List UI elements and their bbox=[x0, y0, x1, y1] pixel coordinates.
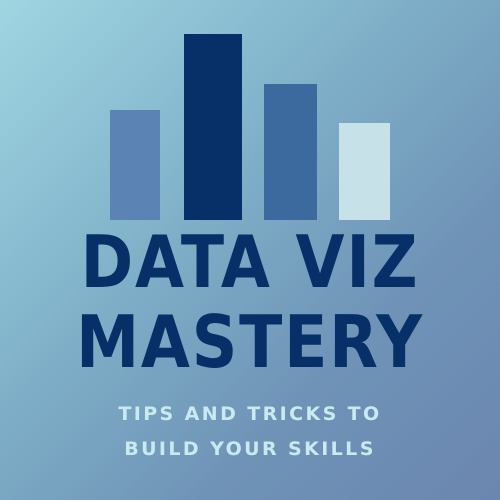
bar-1 bbox=[110, 110, 160, 220]
bar-3 bbox=[264, 84, 317, 220]
subtitle-line-2: BUILD YOUR SKILLS bbox=[124, 438, 376, 460]
bar-2 bbox=[184, 34, 242, 220]
bar-chart-icon bbox=[110, 34, 390, 220]
title-line-1: DATA VIZ bbox=[80, 220, 420, 304]
logo-graphic: DATA VIZ MASTERY TIPS AND TRICKS TO BUIL… bbox=[0, 0, 500, 500]
title-line-2: MASTERY bbox=[76, 300, 424, 384]
bar-4 bbox=[339, 123, 390, 220]
subtitle-line-1: TIPS AND TRICKS TO bbox=[118, 403, 382, 425]
